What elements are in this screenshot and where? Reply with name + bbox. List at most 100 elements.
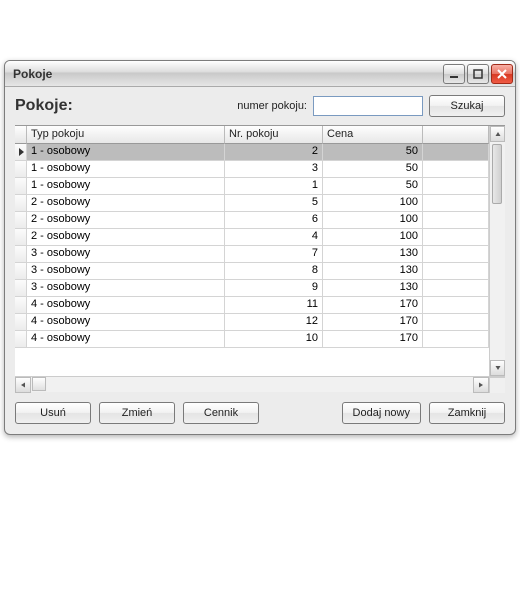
room-number-input[interactable] bbox=[313, 96, 423, 116]
table-row[interactable]: 1 - osobowy250 bbox=[15, 144, 489, 161]
pricelist-button[interactable]: Cennik bbox=[183, 402, 259, 424]
cell-price: 130 bbox=[323, 263, 423, 279]
row-marker bbox=[15, 212, 27, 228]
minimize-button[interactable] bbox=[443, 64, 465, 84]
window-title: Pokoje bbox=[13, 67, 443, 81]
cell-price: 130 bbox=[323, 280, 423, 296]
table-row[interactable]: 1 - osobowy150 bbox=[15, 178, 489, 195]
cell-type: 1 - osobowy bbox=[27, 161, 225, 177]
cell-price: 170 bbox=[323, 314, 423, 330]
table-row[interactable]: 2 - osobowy4100 bbox=[15, 229, 489, 246]
close-icon bbox=[497, 69, 507, 79]
column-header-pad bbox=[423, 126, 489, 144]
cell-price: 50 bbox=[323, 178, 423, 194]
table-row[interactable]: 2 - osobowy5100 bbox=[15, 195, 489, 212]
cell-price: 100 bbox=[323, 195, 423, 211]
close-dialog-button[interactable]: Zamknij bbox=[429, 402, 505, 424]
search-label: numer pokoju: bbox=[237, 100, 307, 112]
maximize-icon bbox=[473, 69, 483, 79]
cell-number: 5 bbox=[225, 195, 323, 211]
cell-number: 10 bbox=[225, 331, 323, 347]
footer-buttons: Usuń Zmień Cennik Dodaj nowy Zamknij bbox=[15, 402, 505, 424]
row-marker bbox=[15, 263, 27, 279]
table-row[interactable]: 1 - osobowy350 bbox=[15, 161, 489, 178]
scroll-corner bbox=[489, 377, 505, 393]
delete-button[interactable]: Usuń bbox=[15, 402, 91, 424]
cell-number: 2 bbox=[225, 144, 323, 160]
cell-pad bbox=[423, 297, 489, 313]
cell-number: 11 bbox=[225, 297, 323, 313]
scroll-track-h[interactable] bbox=[47, 377, 473, 392]
cell-type: 3 - osobowy bbox=[27, 280, 225, 296]
row-marker bbox=[15, 144, 27, 160]
cell-number: 8 bbox=[225, 263, 323, 279]
search-button[interactable]: Szukaj bbox=[429, 95, 505, 117]
cell-price: 170 bbox=[323, 297, 423, 313]
scroll-down-button[interactable] bbox=[490, 360, 505, 376]
cell-pad bbox=[423, 144, 489, 160]
cell-pad bbox=[423, 229, 489, 245]
data-grid: Typ pokoju Nr. pokoju Cena 1 - osobowy25… bbox=[15, 125, 505, 376]
chevron-left-icon bbox=[20, 382, 26, 388]
maximize-button[interactable] bbox=[467, 64, 489, 84]
row-marker-header bbox=[15, 126, 27, 144]
column-header-price[interactable]: Cena bbox=[323, 126, 423, 144]
cell-price: 130 bbox=[323, 246, 423, 262]
close-button[interactable] bbox=[491, 64, 513, 84]
footer-spacer bbox=[267, 402, 334, 424]
add-new-button[interactable]: Dodaj nowy bbox=[342, 402, 421, 424]
grid-body: Typ pokoju Nr. pokoju Cena 1 - osobowy25… bbox=[15, 126, 489, 376]
cell-price: 50 bbox=[323, 144, 423, 160]
cell-number: 3 bbox=[225, 161, 323, 177]
cell-pad bbox=[423, 161, 489, 177]
cell-type: 3 - osobowy bbox=[27, 263, 225, 279]
table-row[interactable]: 3 - osobowy7130 bbox=[15, 246, 489, 263]
cell-number: 9 bbox=[225, 280, 323, 296]
cell-type: 1 - osobowy bbox=[27, 144, 225, 160]
cell-number: 6 bbox=[225, 212, 323, 228]
row-marker bbox=[15, 229, 27, 245]
scroll-right-button[interactable] bbox=[473, 377, 489, 393]
client-area: Pokoje: numer pokoju: Szukaj Typ pokoju … bbox=[5, 87, 515, 434]
titlebar-buttons bbox=[443, 64, 513, 84]
cell-type: 2 - osobowy bbox=[27, 195, 225, 211]
change-button[interactable]: Zmień bbox=[99, 402, 175, 424]
cell-price: 100 bbox=[323, 229, 423, 245]
cell-price: 100 bbox=[323, 212, 423, 228]
header-row: Pokoje: numer pokoju: Szukaj bbox=[15, 95, 505, 117]
cell-pad bbox=[423, 331, 489, 347]
scroll-thumb-v[interactable] bbox=[492, 144, 502, 204]
cell-number: 1 bbox=[225, 178, 323, 194]
horizontal-scrollbar[interactable] bbox=[15, 376, 505, 392]
cell-price: 170 bbox=[323, 331, 423, 347]
vertical-scrollbar[interactable] bbox=[489, 126, 505, 376]
column-header-number[interactable]: Nr. pokoju bbox=[225, 126, 323, 144]
cell-type: 2 - osobowy bbox=[27, 229, 225, 245]
nav-first-button[interactable] bbox=[32, 377, 46, 391]
row-marker bbox=[15, 297, 27, 313]
cell-type: 4 - osobowy bbox=[27, 314, 225, 330]
table-row[interactable]: 2 - osobowy6100 bbox=[15, 212, 489, 229]
chevron-down-icon bbox=[495, 365, 501, 371]
table-row[interactable]: 4 - osobowy11170 bbox=[15, 297, 489, 314]
cell-price: 50 bbox=[323, 161, 423, 177]
table-row[interactable]: 3 - osobowy9130 bbox=[15, 280, 489, 297]
table-row[interactable]: 4 - osobowy12170 bbox=[15, 314, 489, 331]
scroll-left-button[interactable] bbox=[15, 377, 31, 393]
chevron-right-icon bbox=[478, 382, 484, 388]
table-row[interactable]: 4 - osobowy10170 bbox=[15, 331, 489, 348]
table-row[interactable]: 3 - osobowy8130 bbox=[15, 263, 489, 280]
titlebar[interactable]: Pokoje bbox=[5, 61, 515, 87]
column-header-type[interactable]: Typ pokoju bbox=[27, 126, 225, 144]
row-marker bbox=[15, 246, 27, 262]
scroll-up-button[interactable] bbox=[490, 126, 505, 142]
cell-pad bbox=[423, 314, 489, 330]
row-marker bbox=[15, 314, 27, 330]
cell-number: 4 bbox=[225, 229, 323, 245]
row-marker bbox=[15, 195, 27, 211]
cell-pad bbox=[423, 195, 489, 211]
row-marker bbox=[15, 178, 27, 194]
page-title: Pokoje: bbox=[15, 97, 231, 115]
scroll-track-v[interactable] bbox=[490, 142, 505, 360]
cell-pad bbox=[423, 263, 489, 279]
